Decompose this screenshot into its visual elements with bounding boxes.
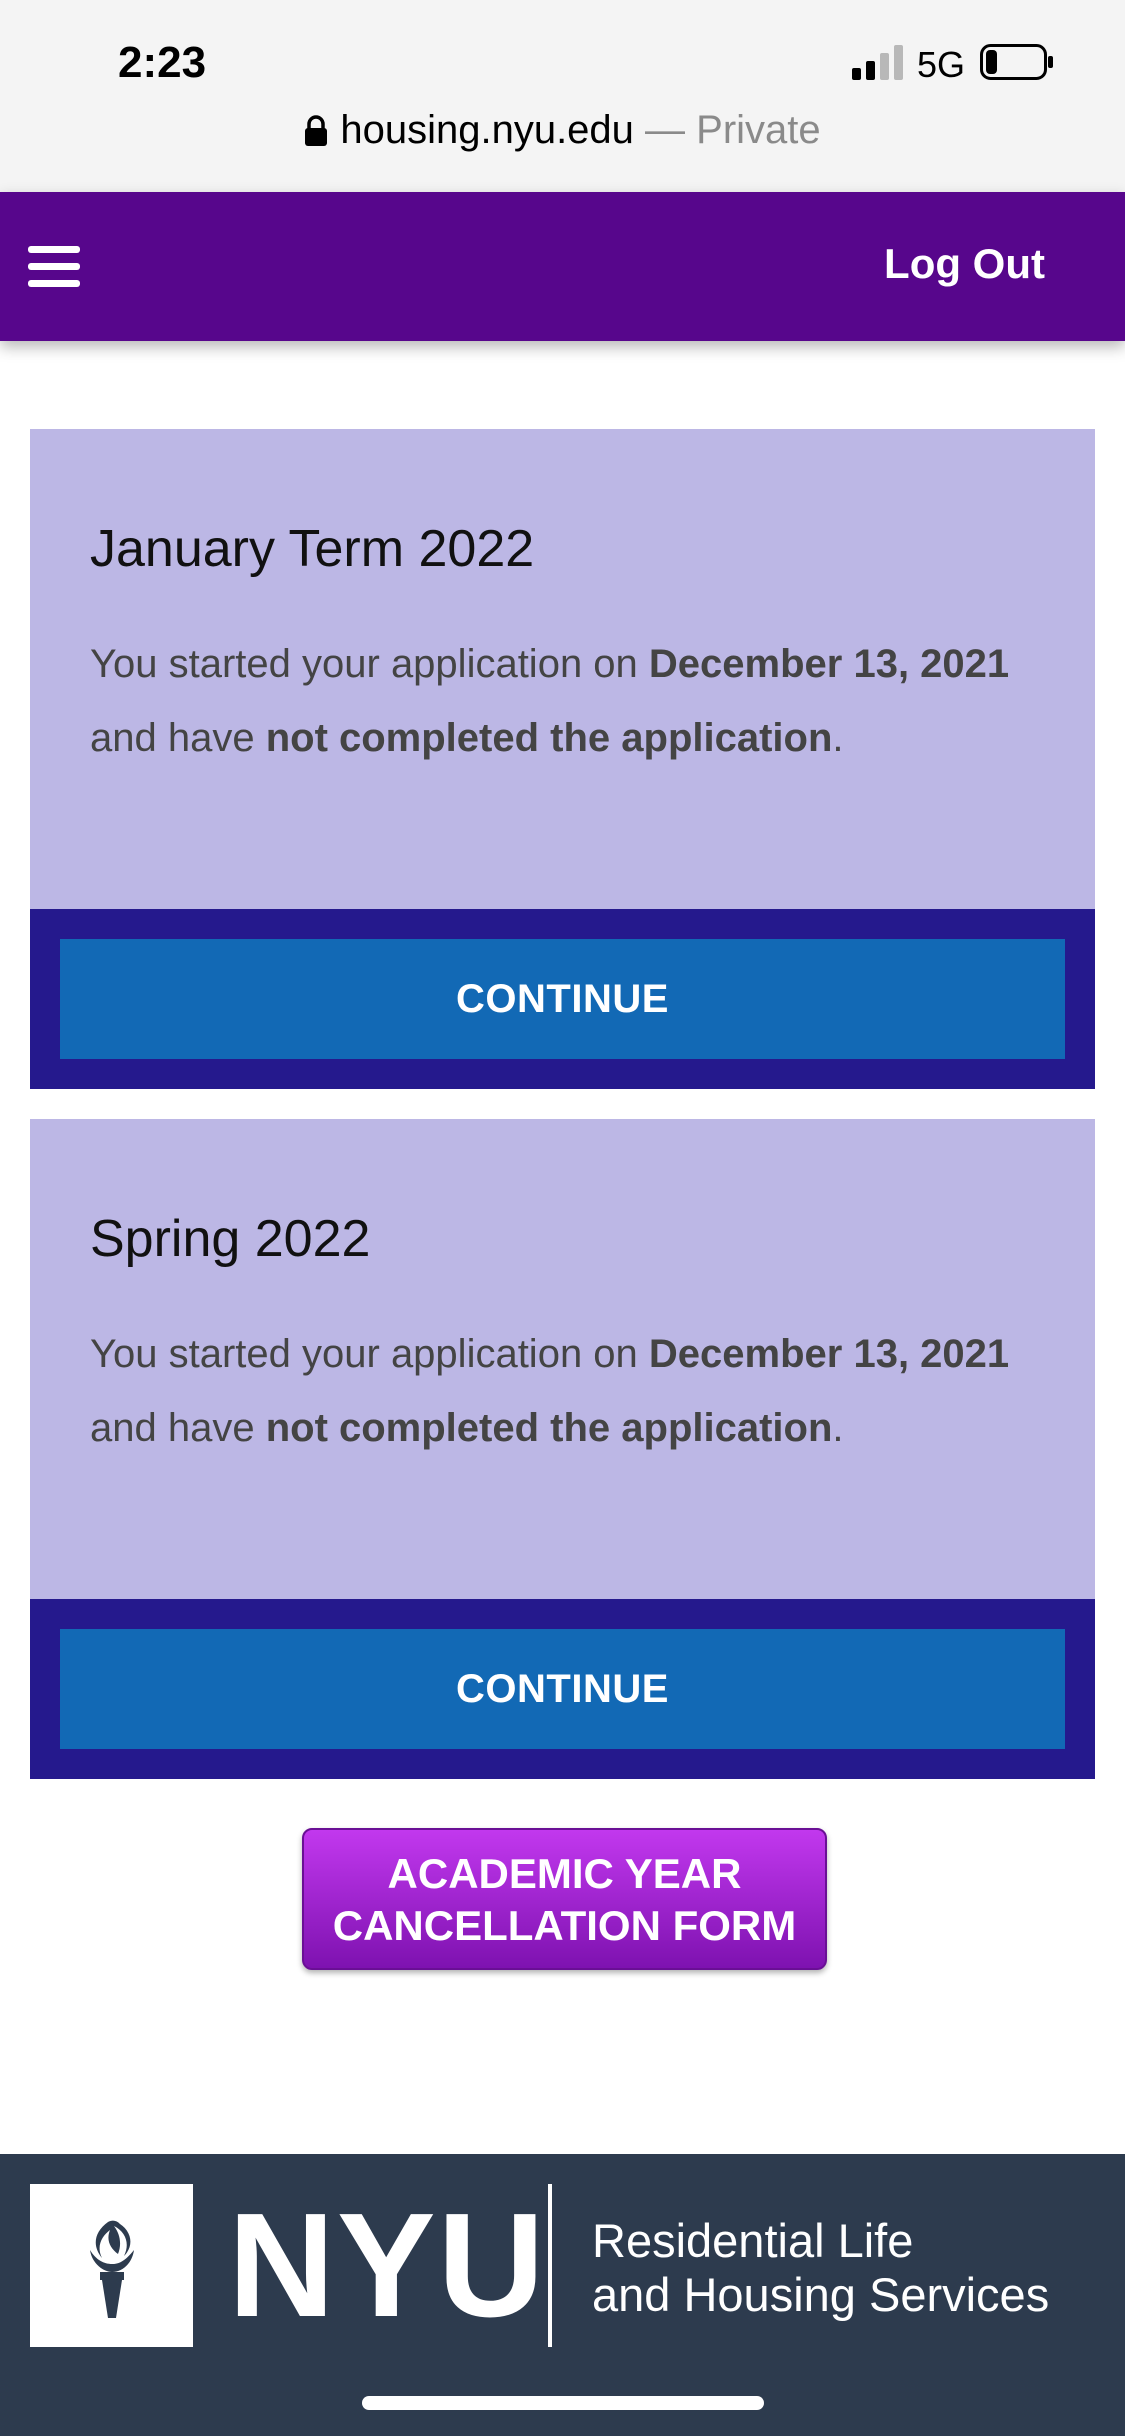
card-footer: CONTINUE xyxy=(30,909,1095,1089)
cancellation-line-2: CANCELLATION FORM xyxy=(332,1902,797,1949)
academic-year-cancellation-button[interactable]: ACADEMIC YEAR CANCELLATION FORM xyxy=(302,1828,827,1970)
department-line-1: Residential Life xyxy=(592,2214,914,2267)
status-prefix: You started your application on xyxy=(90,642,649,686)
card-status-text: You started your application on December… xyxy=(90,627,1035,775)
continue-button[interactable]: CONTINUE xyxy=(60,939,1065,1059)
network-type: 5G xyxy=(917,44,966,85)
address-bar[interactable]: housing.nyu.edu — Private xyxy=(0,108,1125,153)
lock-icon xyxy=(305,115,328,146)
department-line-2: and Housing Services xyxy=(592,2268,1050,2321)
cancellation-line-1: ACADEMIC YEAR xyxy=(387,1850,742,1897)
url-separator: — xyxy=(633,108,697,152)
private-label: Private xyxy=(696,108,821,152)
top-nav: Log Out xyxy=(0,192,1125,341)
start-date: December 13, 2021 xyxy=(648,642,1010,686)
home-indicator[interactable] xyxy=(362,2396,764,2410)
application-card-spring: Spring 2022 You started your application… xyxy=(30,1119,1095,1779)
card-status-text: You started your application on December… xyxy=(90,1317,1035,1465)
status-suffix: . xyxy=(832,716,844,760)
nyu-torch-icon xyxy=(30,2184,193,2347)
footer-divider xyxy=(548,2184,552,2347)
logout-link[interactable]: Log Out xyxy=(884,240,1045,288)
battery-icon xyxy=(980,44,1053,80)
cellular-signal-icon xyxy=(852,45,903,80)
status-bar: 2:23 5G housing.nyu.edu — Private xyxy=(0,0,1125,192)
application-card-january-term: January Term 2022 You started your appli… xyxy=(30,429,1095,1089)
nyu-wordmark: NYU xyxy=(228,2183,547,2348)
status-prefix: You started your application on xyxy=(90,1332,649,1376)
completion-status: not completed the application xyxy=(265,1406,833,1450)
status-middle: and have xyxy=(90,716,266,760)
clock: 2:23 xyxy=(118,38,207,87)
status-middle: and have xyxy=(90,1406,266,1450)
hamburger-icon[interactable] xyxy=(28,246,84,288)
department-name: Residential Life and Housing Services xyxy=(592,2214,1049,2322)
status-suffix: . xyxy=(832,1406,844,1450)
url-text: housing.nyu.edu xyxy=(340,108,634,152)
footer: NYU Residential Life and Housing Service… xyxy=(0,2154,1125,2436)
card-title: January Term 2022 xyxy=(90,520,535,578)
completion-status: not completed the application xyxy=(265,716,833,760)
continue-button[interactable]: CONTINUE xyxy=(60,1629,1065,1749)
start-date: December 13, 2021 xyxy=(648,1332,1010,1376)
card-footer: CONTINUE xyxy=(30,1599,1095,1779)
card-title: Spring 2022 xyxy=(90,1210,371,1268)
